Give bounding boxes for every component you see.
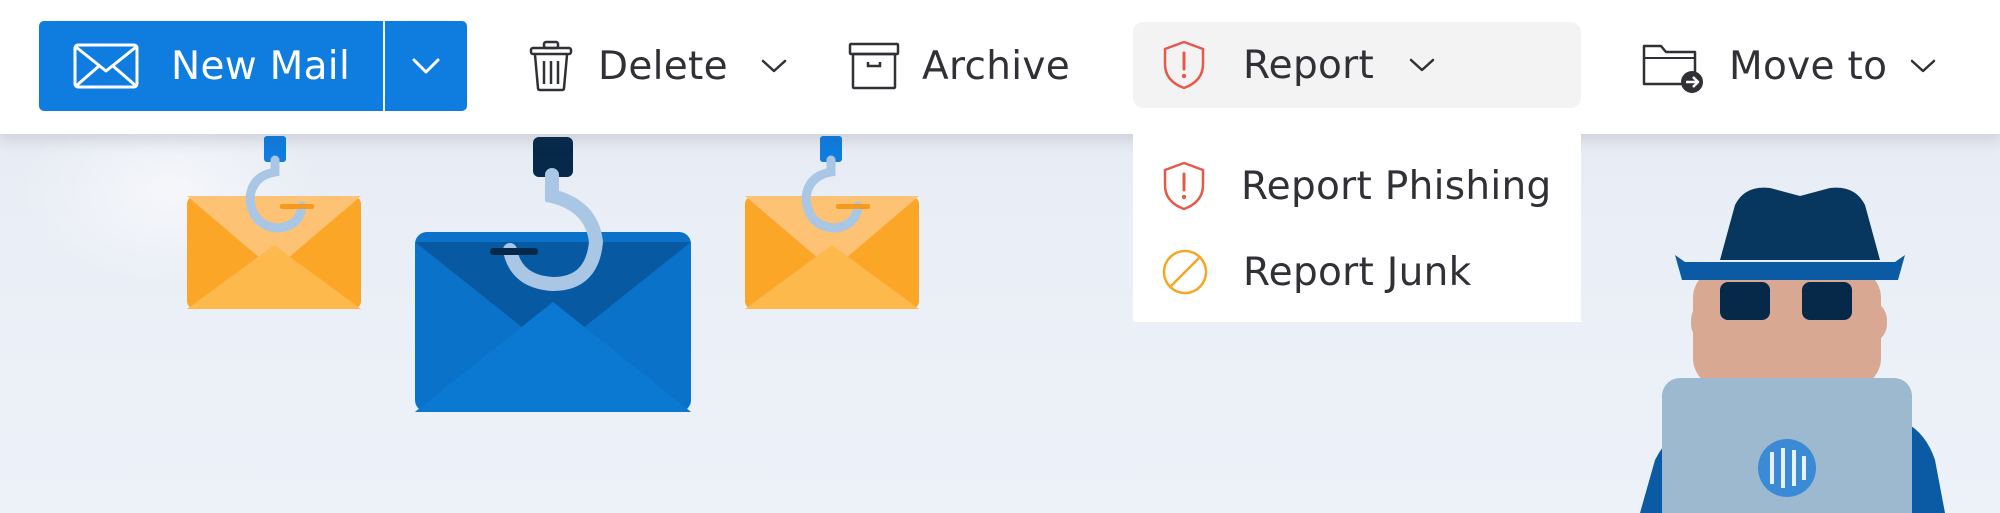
move-to-button[interactable]: Move to (1641, 38, 1937, 94)
chevron-down-icon[interactable] (760, 58, 788, 74)
no-entry-icon (1161, 248, 1209, 296)
hacker-figure (1640, 187, 1945, 513)
shield-alert-icon (1161, 160, 1207, 212)
envelope-icon (73, 43, 139, 89)
folder-arrow-icon (1641, 38, 1705, 94)
new-mail-button[interactable]: New Mail (39, 21, 383, 111)
menu-item-report-phishing[interactable]: Report Phishing (1133, 146, 1581, 226)
menu-item-report-junk[interactable]: Report Junk (1133, 232, 1581, 312)
mail-toolbar: New Mail Delete Archive Report Move to (0, 0, 2000, 134)
new-mail-label: New Mail (171, 43, 351, 89)
hooked-envelope-center (415, 137, 691, 412)
menu-item-label: Report Junk (1243, 249, 1472, 295)
new-mail-split-button: New Mail (39, 21, 467, 111)
chevron-down-icon[interactable] (1909, 58, 1937, 74)
shield-alert-icon (1161, 39, 1207, 91)
chevron-down-icon (411, 57, 441, 75)
delete-button[interactable]: Delete (528, 40, 788, 92)
move-to-label: Move to (1729, 43, 1888, 89)
menu-item-label: Report Phishing (1241, 163, 1552, 209)
chevron-down-icon (1408, 57, 1436, 73)
report-label: Report (1243, 42, 1375, 88)
hooked-envelope-right (745, 136, 919, 309)
report-button[interactable]: Report (1133, 22, 1581, 108)
delete-label: Delete (598, 43, 728, 89)
archive-box-icon (848, 41, 900, 91)
archive-label: Archive (922, 43, 1071, 89)
archive-button[interactable]: Archive (848, 40, 1070, 92)
new-mail-dropdown-button[interactable] (385, 21, 467, 111)
trash-icon (528, 40, 574, 92)
report-dropdown-menu: Report Phishing Report Junk (1133, 134, 1581, 322)
split-divider (383, 21, 385, 111)
